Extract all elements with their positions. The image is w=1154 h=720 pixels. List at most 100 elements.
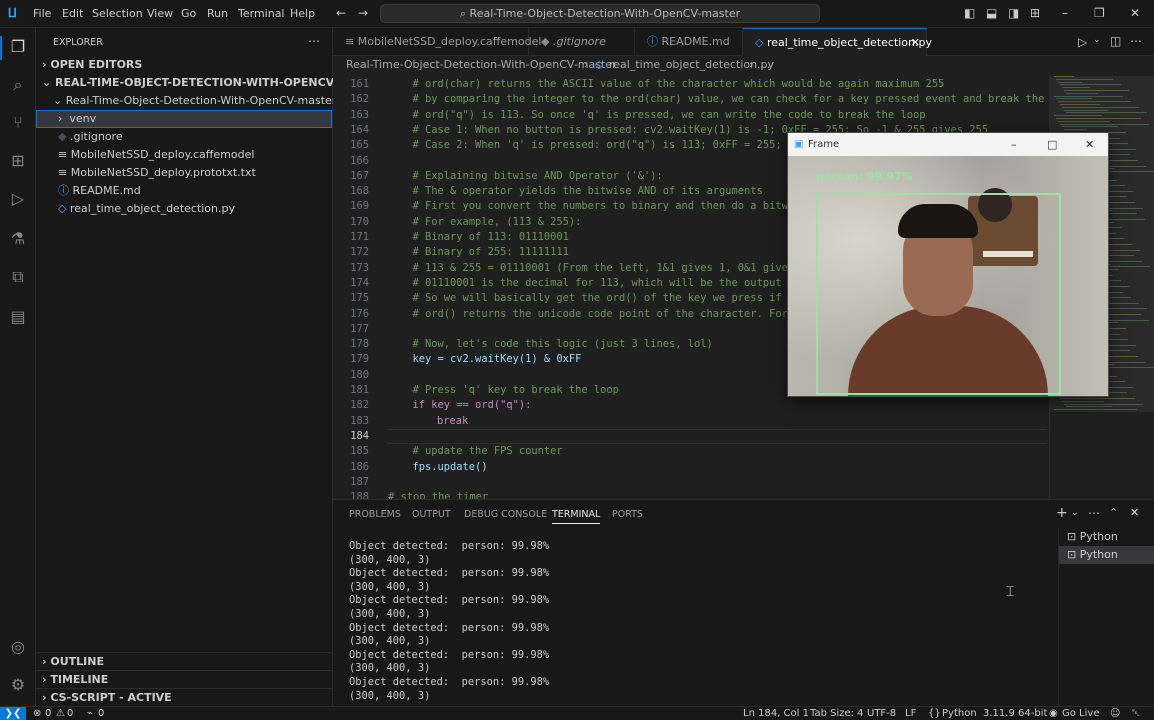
- terminal-dropdown-icon[interactable]: ⌄: [1071, 508, 1079, 518]
- terminal-label: Python: [1079, 548, 1118, 561]
- cursor-position[interactable]: Ln 184, Col 1: [743, 707, 809, 720]
- open-editors-section[interactable]: › OPEN EDITORS: [36, 56, 332, 74]
- tab-size[interactable]: Tab Size: 4: [810, 707, 864, 720]
- menu-view[interactable]: View: [147, 7, 173, 20]
- code-line: # 01110001 is the decimal for 113, which…: [412, 276, 782, 289]
- outline-section[interactable]: › OUTLINE: [36, 652, 332, 670]
- tab-ports[interactable]: PORTS: [612, 509, 643, 520]
- frame-close-icon[interactable]: ✕: [1085, 133, 1094, 156]
- cs-script-section[interactable]: › CS-SCRIPT - ACTIVE: [36, 688, 332, 706]
- tab-debug-console[interactable]: DEBUG CONSOLE: [464, 509, 547, 520]
- editor-more-icon[interactable]: ⋯: [1130, 34, 1142, 48]
- camera-feed: person: 99.97%: [788, 156, 1108, 396]
- toggle-panel-icon[interactable]: ⬓: [986, 6, 997, 20]
- explorer-icon[interactable]: ❐: [7, 36, 29, 58]
- terminal-item-python-2[interactable]: ⊡ Python: [1059, 546, 1154, 564]
- minimize-icon[interactable]: –: [1062, 6, 1068, 20]
- split-editor-icon[interactable]: ◫: [1110, 34, 1121, 48]
- copilot-icon[interactable]: ☺: [1110, 707, 1120, 720]
- new-terminal-icon[interactable]: +: [1056, 505, 1068, 521]
- terminal-view-icon[interactable]: ▤: [7, 306, 29, 328]
- run-python-icon[interactable]: ▷: [1078, 35, 1087, 49]
- menu-run[interactable]: Run: [207, 7, 228, 20]
- frame-title-bar[interactable]: ▣ Frame – □ ✕: [788, 133, 1108, 156]
- run-debug-icon[interactable]: ▷: [7, 188, 29, 210]
- terminal-line: (300, 400, 3): [349, 553, 431, 566]
- file-item-gitignore[interactable]: ◆ .gitignore: [36, 128, 332, 146]
- close-panel-icon[interactable]: ✕: [1130, 506, 1139, 519]
- folder-item[interactable]: ⌄ Real-Time-Object-Detection-With-OpenCV…: [36, 92, 336, 110]
- minimap-line: [1058, 101, 1131, 103]
- terminal-line: Object detected: person: 99.98%: [349, 675, 550, 688]
- breadcrumb-symbol[interactable]: ...: [760, 56, 771, 74]
- end-of-line[interactable]: LF: [905, 707, 916, 720]
- toggle-sidebar-icon[interactable]: ◧: [964, 6, 975, 20]
- restore-icon[interactable]: ❐: [1094, 6, 1105, 20]
- panel-more-icon[interactable]: ⋯: [1088, 506, 1100, 520]
- notifications-bell-icon[interactable]: ␇: [1132, 707, 1140, 720]
- menu-help[interactable]: Help: [290, 7, 315, 20]
- close-window-icon[interactable]: ✕: [1130, 6, 1140, 20]
- maximize-panel-icon[interactable]: ⌃: [1109, 506, 1118, 519]
- menu-go[interactable]: Go: [181, 7, 196, 20]
- testing-flask-icon[interactable]: ⚗: [7, 228, 29, 250]
- source-control-icon[interactable]: ⑂: [7, 112, 29, 134]
- code-line: key = cv2.waitKey(1) & 0xFF: [412, 353, 582, 366]
- remote-indicator-icon[interactable]: ❯❮: [0, 707, 26, 720]
- frame-window[interactable]: ▣ Frame – □ ✕ person: 99.97%: [787, 132, 1109, 397]
- tab-terminal[interactable]: TERMINAL: [552, 509, 601, 524]
- tab-gitignore[interactable]: ◆ .gitignore: [529, 28, 635, 56]
- command-center-search[interactable]: ⌕ Real-Time-Object-Detection-With-OpenCV…: [380, 4, 820, 23]
- file-item-readme[interactable]: ⓘ README.md: [36, 182, 332, 200]
- timeline-section[interactable]: › TIMELINE: [36, 670, 332, 688]
- tab-output[interactable]: OUTPUT: [412, 509, 451, 520]
- ports-count[interactable]: 0: [98, 707, 104, 720]
- terminal-line: Object detected: person: 99.98%: [349, 594, 550, 607]
- extensions-icon[interactable]: ⊞: [7, 150, 29, 172]
- chevron-right-icon: ›: [749, 58, 754, 71]
- menu-file[interactable]: File: [33, 7, 51, 20]
- menu-selection[interactable]: Selection: [92, 7, 143, 20]
- language-mode[interactable]: Python: [942, 707, 977, 720]
- terminal-item-python-1[interactable]: ⊡ Python: [1059, 528, 1154, 546]
- tab-readme[interactable]: ⓘ README.md: [635, 28, 743, 56]
- encoding[interactable]: UTF-8: [867, 707, 896, 720]
- toggle-secondary-sidebar-icon[interactable]: ◨: [1008, 6, 1019, 20]
- warning-count[interactable]: 0: [67, 707, 73, 720]
- remote-explorer-icon[interactable]: ⧉: [7, 266, 29, 288]
- breadcrumb-folder[interactable]: Real-Time-Object-Detection-With-OpenCV-m…: [346, 56, 617, 74]
- account-icon[interactable]: ◎: [7, 636, 29, 658]
- git-icon: ◆: [541, 35, 553, 48]
- error-count[interactable]: 0: [45, 707, 51, 720]
- minimap-line: [1056, 118, 1141, 119]
- tab-python[interactable]: ◇ real_time_object_detection.py ✕: [743, 28, 932, 57]
- customize-layout-icon[interactable]: ⊞: [1030, 6, 1040, 20]
- go-live-button[interactable]: Go Live: [1062, 707, 1099, 720]
- project-section[interactable]: ⌄ REAL-TIME-OBJECT-DETECTION-WITH-OPENCV…: [36, 74, 389, 92]
- frame-maximize-icon[interactable]: □: [1047, 133, 1057, 156]
- minimap-line: [1064, 109, 1108, 111]
- file-item-python[interactable]: ◇ real_time_object_detection.py: [36, 200, 332, 218]
- tab-problems[interactable]: PROBLEMS: [349, 509, 401, 520]
- menu-terminal[interactable]: Terminal: [238, 7, 285, 20]
- run-dropdown-icon[interactable]: ⌄: [1093, 35, 1101, 45]
- file-item-caffemodel[interactable]: ≡ MobileNetSSD_deploy.caffemodel: [36, 146, 332, 164]
- close-tab-icon[interactable]: ✕: [911, 29, 920, 57]
- frame-minimize-icon[interactable]: –: [1011, 133, 1017, 156]
- search-view-icon[interactable]: ⌕: [7, 74, 29, 96]
- terminal-output[interactable]: Object detected: person: 99.98% (300, 400…: [349, 540, 549, 703]
- file-item-venv[interactable]: › venv: [36, 110, 332, 128]
- file-item-prototxt[interactable]: ≡ MobileNetSSD_deploy.prototxt.txt: [36, 164, 332, 182]
- python-interpreter[interactable]: 3.11.9 64-bit: [983, 707, 1047, 720]
- more-actions-icon[interactable]: ⋯: [308, 34, 320, 48]
- menu-edit[interactable]: Edit: [62, 7, 83, 20]
- forward-arrow-icon[interactable]: →: [358, 6, 368, 20]
- code-line: if key == ord("q"):: [412, 399, 532, 412]
- tab-caffemodel[interactable]: ≡ MobileNetSSD_deploy.caffemodel: [333, 28, 541, 56]
- settings-gear-icon[interactable]: ⚙: [7, 674, 29, 696]
- back-arrow-icon[interactable]: ←: [336, 6, 346, 20]
- code-line: # Binary of 255: 11111111: [412, 246, 569, 259]
- line-number: 183: [350, 414, 369, 427]
- git-icon: ◆: [58, 130, 70, 143]
- title-bar: ⨿ File Edit Selection View Go Run Termin…: [0, 0, 1154, 28]
